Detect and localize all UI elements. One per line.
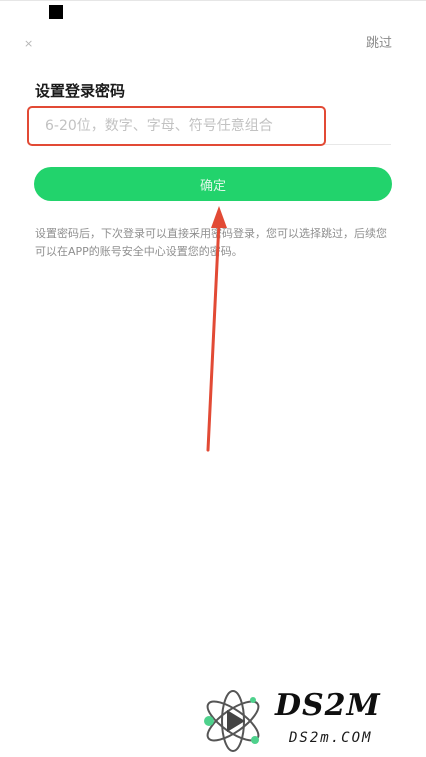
password-field-wrapper [35, 108, 391, 145]
atom-logo-icon [204, 690, 260, 752]
page-title: 设置登录密码 [35, 82, 126, 100]
top-divider [0, 0, 426, 1]
watermark-brand: DS2M [275, 688, 381, 723]
status-bar-indicator [49, 5, 63, 19]
confirm-button[interactable]: 确定 [34, 167, 392, 201]
password-hint-text: 设置密码后，下次登录可以直接采用密码登录，您可以选择跳过，后续您可以在APP的账… [35, 227, 387, 258]
watermark-logo: DS2M DS2m.COM [195, 688, 415, 754]
skip-button[interactable]: 跳过 [366, 36, 392, 52]
watermark-domain: DS2m.COM [289, 730, 373, 746]
close-icon[interactable]: × [24, 37, 33, 51]
password-input[interactable] [43, 108, 387, 144]
